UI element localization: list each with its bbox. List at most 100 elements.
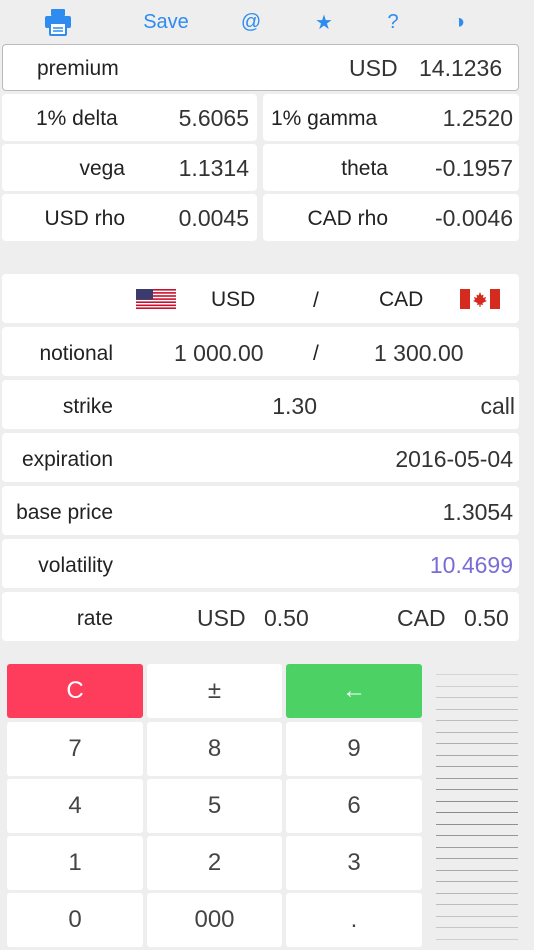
clear-key[interactable]: C (7, 664, 143, 718)
scroll-wheel-tick (436, 731, 518, 733)
scroll-wheel-tick (436, 823, 518, 825)
favorite-star-icon[interactable]: ★ (309, 8, 339, 36)
scroll-wheel-tick (436, 892, 518, 894)
expiration-row[interactable]: expiration 2016-05-04 (2, 433, 519, 482)
premium-value: 14.1236 (419, 55, 503, 81)
delta-value: 5.6065 (178, 105, 249, 131)
email-button[interactable]: @ (236, 8, 266, 36)
canada-flag-icon[interactable] (460, 289, 500, 309)
scroll-wheel-tick (436, 720, 518, 721)
premium-label: premium (37, 57, 119, 80)
help-button[interactable]: ? (378, 8, 408, 36)
gamma-value: 1.2520 (442, 105, 513, 131)
key-4[interactable]: 4 (7, 779, 143, 833)
key-9[interactable]: 9 (286, 722, 422, 776)
notional-label: notional (39, 342, 113, 365)
scroll-wheel-tick (436, 766, 518, 767)
base-price-value[interactable]: 1.3054 (443, 499, 513, 526)
scroll-wheel-tick (436, 938, 518, 940)
scroll-wheel-tick (436, 743, 518, 744)
premium-row[interactable]: premium USD 14.1236 (2, 44, 519, 91)
base-rho-cell: USD rho 0.0045 (2, 194, 257, 241)
scroll-wheel-tick (436, 789, 518, 790)
plus-minus-key[interactable]: ± (147, 664, 282, 718)
volatility-label: volatility (38, 554, 113, 577)
rate-quote-currency: CAD (397, 605, 446, 631)
quote-rho-label: CAD rho (307, 207, 388, 230)
quote-currency[interactable]: CAD (379, 288, 423, 312)
option-type-toggle[interactable]: call (480, 393, 515, 420)
vega-cell: vega 1.1314 (2, 144, 257, 191)
theta-label: theta (341, 157, 388, 180)
us-flag-icon[interactable] (136, 289, 176, 309)
scroll-wheel-tick (436, 915, 518, 917)
scroll-wheel-tick (436, 777, 518, 779)
scroll-wheel-tick (436, 800, 518, 802)
base-rho-label: USD rho (44, 207, 125, 230)
scroll-wheel-tick (436, 927, 518, 928)
scroll-wheel-tick (436, 846, 518, 848)
delta-cell: 1% delta 5.6065 (2, 94, 257, 141)
decimal-key[interactable]: . (286, 893, 422, 947)
rate-base-currency: USD (197, 605, 246, 631)
scroll-wheel-tick (436, 812, 518, 813)
key-0[interactable]: 0 (7, 893, 143, 947)
print-button[interactable] (40, 8, 76, 36)
key-5[interactable]: 5 (147, 779, 282, 833)
delta-label: 1% delta (36, 107, 118, 130)
key-1[interactable]: 1 (7, 836, 143, 890)
scroll-wheel-tick (436, 904, 518, 905)
key-7[interactable]: 7 (7, 722, 143, 776)
theta-value: -0.1957 (434, 155, 513, 181)
scroll-wheel-tick (436, 835, 518, 836)
rate-row[interactable]: rate USD 0.50 CAD 0.50 (2, 592, 519, 641)
notional-base-value[interactable]: 1 000.00 (174, 340, 264, 367)
vega-value: 1.1314 (178, 155, 249, 181)
rate-quote-value[interactable]: 0.50 (464, 605, 509, 632)
gamma-cell: 1% gamma 1.2520 (263, 94, 519, 141)
scroll-wheel-tick (436, 881, 518, 882)
notional-separator: / (313, 342, 319, 365)
quote-rho-cell: CAD rho -0.0046 (263, 194, 519, 241)
value-scroll-wheel[interactable] (430, 664, 526, 950)
scroll-wheel-tick (436, 674, 518, 675)
backspace-key[interactable]: ← (286, 664, 422, 718)
base-rho-value: 0.0045 (178, 205, 249, 231)
key-8[interactable]: 8 (147, 722, 282, 776)
base-price-label: base price (16, 501, 113, 524)
pair-separator: / (313, 289, 319, 312)
scroll-wheel-tick (436, 697, 518, 698)
base-currency[interactable]: USD (211, 288, 255, 312)
gamma-label: 1% gamma (271, 107, 378, 130)
rate-base-value[interactable]: 0.50 (264, 605, 309, 632)
currency-pair-row[interactable]: USD / CAD (2, 274, 519, 323)
quote-rho-value: -0.0046 (434, 205, 513, 231)
key-3[interactable]: 3 (286, 836, 422, 890)
scroll-wheel-tick (436, 858, 518, 859)
contrast-icon[interactable]: ◑ (444, 8, 474, 36)
volatility-value[interactable]: 10.4699 (430, 552, 513, 579)
scroll-wheel-tick (436, 754, 518, 756)
toolbar: Save @ ★ ? ◑ (0, 0, 534, 44)
strike-label: strike (62, 395, 113, 418)
premium-currency: USD (349, 55, 398, 81)
scroll-wheel-tick (436, 869, 518, 871)
expiration-label: expiration (21, 448, 113, 471)
expiration-value[interactable]: 2016-05-04 (395, 446, 513, 473)
save-button[interactable]: Save (136, 8, 196, 36)
printer-icon (45, 9, 71, 36)
base-price-row[interactable]: base price 1.3054 (2, 486, 519, 535)
vega-label: vega (79, 157, 125, 180)
strike-value[interactable]: 1.30 (272, 393, 317, 420)
strike-row[interactable]: strike 1.30 call (2, 380, 519, 429)
notional-row[interactable]: notional 1 000.00 / 1 300.00 (2, 327, 519, 376)
volatility-row[interactable]: volatility 10.4699 (2, 539, 519, 588)
scroll-wheel-tick (436, 708, 518, 710)
key-000[interactable]: 000 (147, 893, 282, 947)
key-2[interactable]: 2 (147, 836, 282, 890)
scroll-wheel-tick (436, 685, 518, 687)
rate-label: rate (76, 607, 113, 630)
key-6[interactable]: 6 (286, 779, 422, 833)
theta-cell: theta -0.1957 (263, 144, 519, 191)
notional-quote-value[interactable]: 1 300.00 (374, 340, 464, 367)
